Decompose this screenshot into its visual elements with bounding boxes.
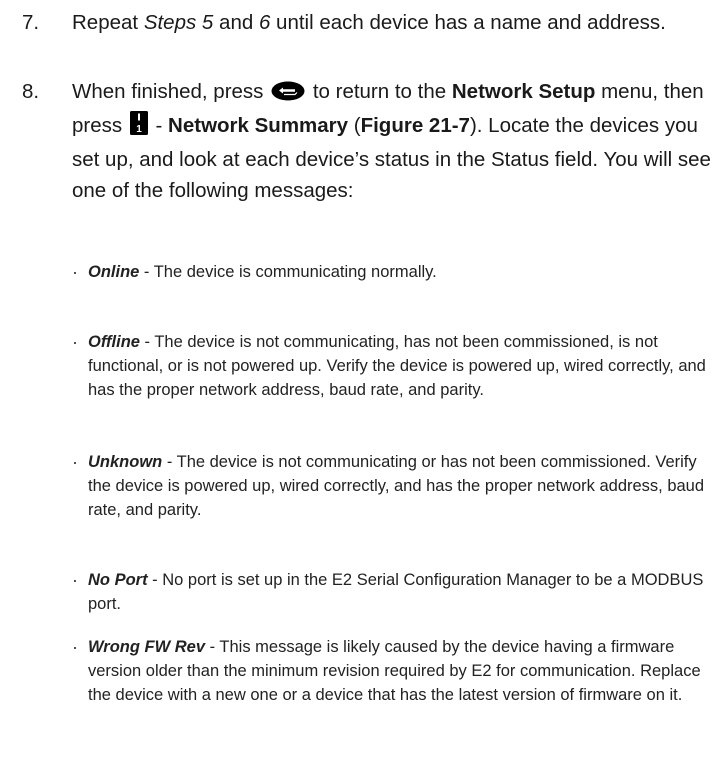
status-term: Offline: [88, 333, 140, 351]
status-term: Unknown: [88, 453, 163, 471]
step-7: 7. Repeat Steps 5 and 6 until each devic…: [22, 7, 712, 38]
step-8: 8. When finished, press to return to the…: [22, 76, 712, 206]
number-1-key-icon: 1: [129, 111, 148, 144]
status-description: - The device is not communicating, has n…: [88, 333, 706, 399]
status-description: - No port is set up in the E2 Serial Con…: [88, 571, 704, 613]
figure-reference: Figure 21-7: [360, 114, 470, 137]
status-description: - The device is communicating normally.: [139, 263, 437, 281]
status-item: Online - The device is communicating nor…: [72, 260, 708, 284]
step-number: 7.: [22, 11, 40, 34]
step-number: 8.: [22, 80, 40, 103]
status-item: Offline - The device is not communicatin…: [72, 330, 708, 402]
status-description: - The device is not communicating or has…: [88, 453, 705, 519]
steps-5-ref: Steps 5: [143, 11, 214, 34]
setup-label: Setup: [538, 80, 596, 103]
step-7-text: Repeat Steps 5 and 6 until each device h…: [72, 11, 666, 34]
step-8-text: When finished, press to return to the Ne…: [72, 79, 711, 202]
network-summary-label: Network Summary: [168, 114, 349, 137]
network-label: Network: [451, 80, 533, 103]
step-6-ref: 6: [258, 11, 271, 34]
back-key-icon: [271, 79, 305, 110]
status-item: Wrong FW Rev - This message is likely ca…: [72, 635, 708, 707]
key-number-label: 1: [136, 124, 142, 135]
status-item: Unknown - The device is not communicatin…: [72, 450, 708, 522]
status-term: No Port: [88, 571, 148, 589]
status-term: Online: [88, 263, 140, 281]
status-term: Wrong FW Rev: [88, 638, 206, 656]
status-item: No Port - No port is set up in the E2 Se…: [72, 568, 708, 616]
